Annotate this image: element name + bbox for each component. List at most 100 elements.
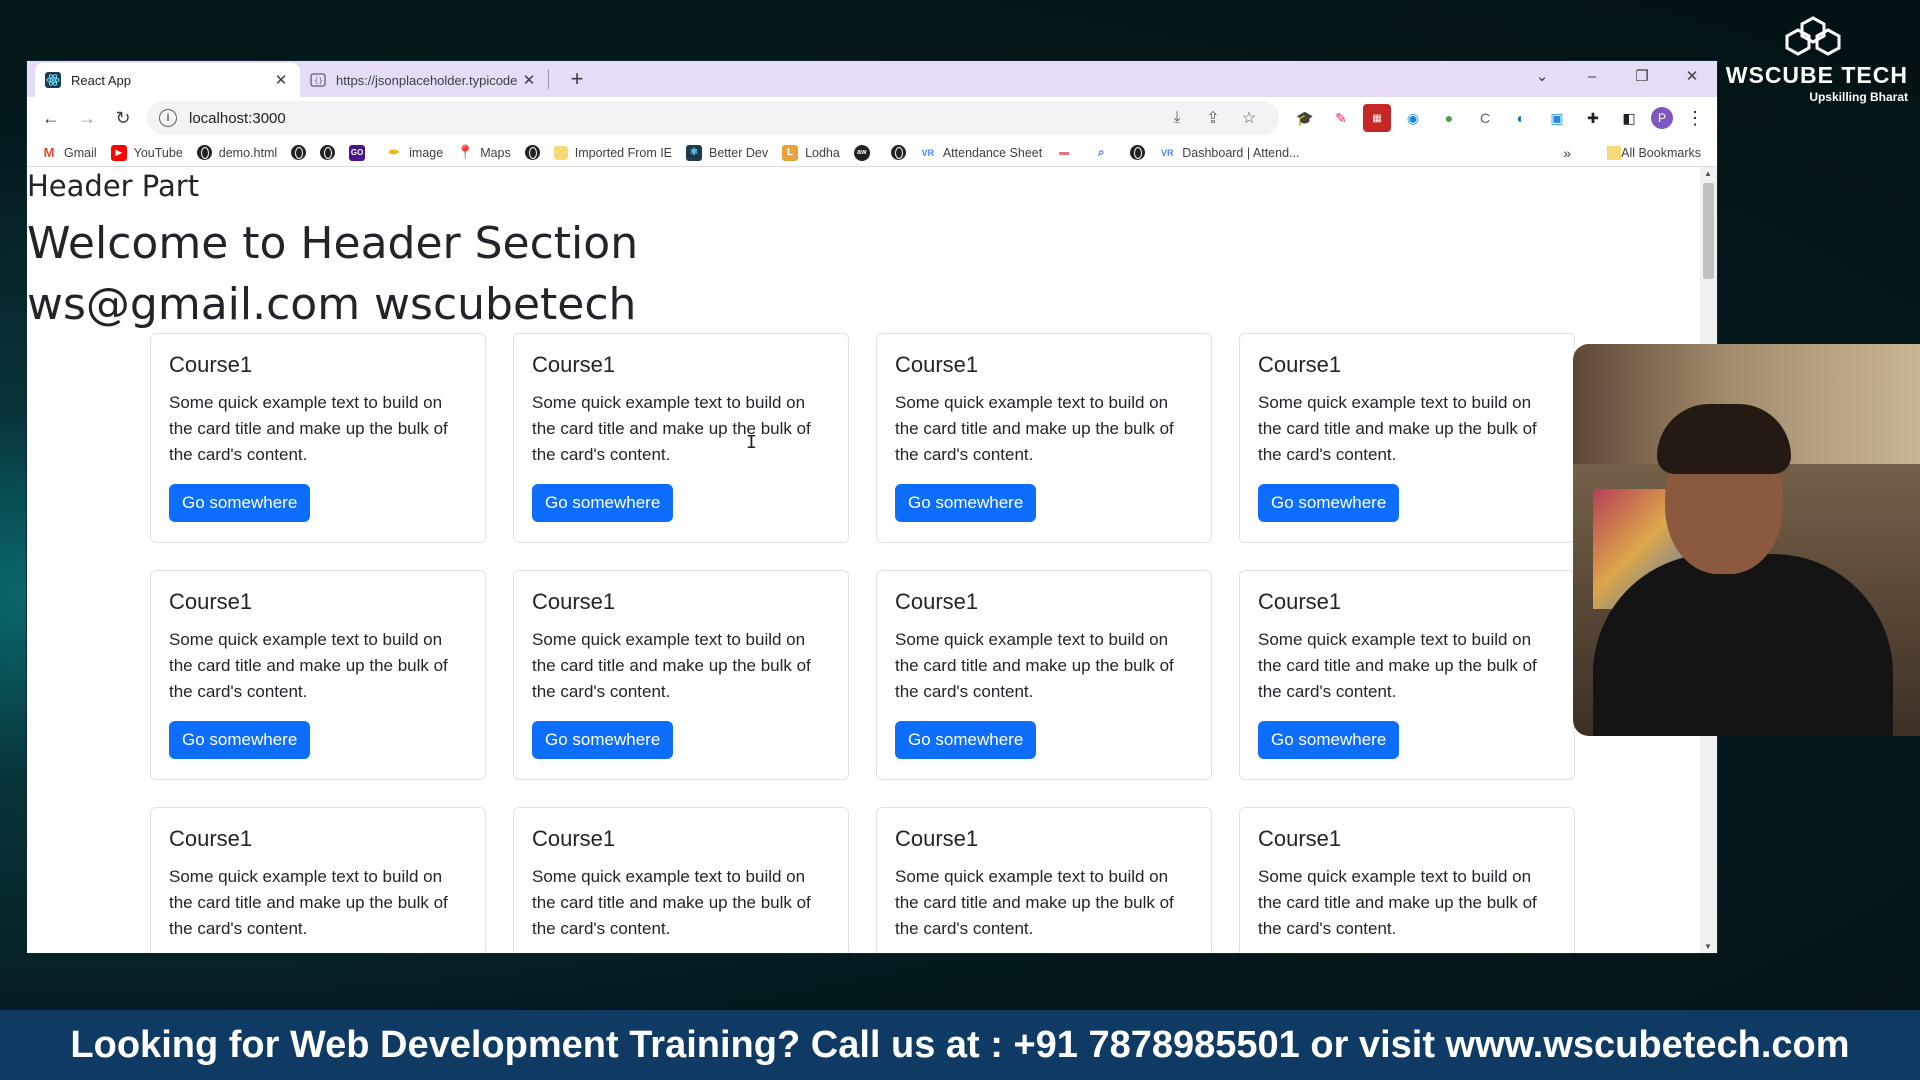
presenter-webcam — [1573, 344, 1920, 736]
folder-icon — [553, 145, 568, 160]
screen-record-extension-icon[interactable]: ◉ — [1399, 104, 1427, 132]
image-icon: ✒ — [388, 144, 400, 160]
go-somewhere-button[interactable]: Go somewhere — [169, 484, 311, 522]
bookmarks-overflow-chevron[interactable]: » — [1563, 145, 1571, 161]
tab-separator — [548, 69, 549, 89]
color-picker-extension-icon[interactable]: ✎ — [1327, 104, 1355, 132]
bookmark-label: Dashboard | Attend... — [1182, 145, 1300, 160]
side-panel-icon[interactable]: ◧ — [1615, 104, 1643, 132]
card-text: Some quick example text to build on the … — [1258, 630, 1537, 701]
bookmark-aw[interactable]: aw — [853, 144, 877, 161]
back-button[interactable]: ← — [33, 100, 69, 136]
course-card-grid: Course1 Some quick example text to build … — [150, 333, 1590, 953]
close-tab-icon[interactable]: ✕ — [520, 71, 538, 89]
capture-extension-icon[interactable]: ▣ — [1543, 104, 1571, 132]
forward-button[interactable]: → — [69, 100, 105, 136]
card-title: Course1 — [1258, 589, 1342, 614]
globe-icon[interactable] — [524, 145, 540, 160]
logo-brand: WSCUBE TECH — [1725, 62, 1908, 88]
react-icon — [45, 72, 61, 88]
globe-icon[interactable] — [890, 145, 906, 160]
graduation-cap-extension-icon[interactable]: 🎓 — [1291, 104, 1319, 132]
bookmark-maps[interactable]: 📍 Maps — [456, 144, 510, 161]
folder-icon — [1607, 145, 1622, 160]
course-card: Course1 Some quick example text to build … — [876, 570, 1212, 780]
address-bar[interactable]: i localhost:3000 ⤓ ⇪ ☆ — [147, 101, 1279, 135]
bookmark-star-icon[interactable]: ☆ — [1231, 108, 1267, 128]
bookmark-dashboard[interactable]: VR Dashboard | Attend... — [1159, 145, 1299, 161]
restore-icon[interactable]: ❐ — [1617, 67, 1667, 85]
go-somewhere-button[interactable]: Go somewhere — [1258, 484, 1400, 522]
scrollbar-thumb[interactable] — [1703, 183, 1714, 279]
card-title: Course1 — [895, 352, 979, 377]
bookmark-gmail[interactable]: M Gmail — [41, 145, 97, 161]
close-tab-icon[interactable]: ✕ — [272, 71, 290, 89]
bookmark-lodha[interactable]: L Lodha — [782, 144, 840, 161]
course-card: Course1 Some quick example text to build … — [513, 333, 849, 543]
card-title: Course1 — [169, 826, 253, 851]
red-extension-icon[interactable]: ▦ — [1363, 104, 1391, 132]
bookmark-label: demo.html — [218, 145, 278, 160]
puzzle-icon[interactable]: ✚ — [1579, 104, 1607, 132]
menu-kebab-icon[interactable]: ⋮ — [1681, 104, 1709, 132]
go-somewhere-button[interactable]: Go somewhere — [895, 721, 1037, 759]
bookmark-label: Attendance Sheet — [942, 145, 1043, 160]
course-card: Course1 Some quick example text to build … — [150, 807, 486, 953]
site-info-icon[interactable]: i — [159, 109, 177, 127]
install-icon[interactable]: ⤓ — [1159, 109, 1195, 127]
vr-icon: VR — [1160, 147, 1174, 158]
share-icon[interactable]: ⇪ — [1195, 108, 1231, 128]
close-window-icon[interactable]: ✕ — [1667, 67, 1717, 85]
bookmark-attendance-sheet[interactable]: VR Attendance Sheet — [920, 145, 1043, 161]
json-icon: {} — [310, 72, 326, 88]
tab-jsonplaceholder[interactable]: {} https://jsonplaceholder.typicode ✕ — [300, 63, 548, 97]
course-card: Course1 Some quick example text to build … — [1239, 333, 1575, 543]
bookmark-image[interactable]: ✒ image — [386, 144, 443, 161]
course-card: Course1 Some quick example text to build … — [1239, 807, 1575, 953]
tab-search-icon[interactable]: ⌄ — [1517, 67, 1567, 85]
card-title: Course1 — [1258, 826, 1342, 851]
tab-react-app[interactable]: React App ✕ — [35, 63, 300, 97]
bookmark-demo-html[interactable]: demo.html — [196, 145, 278, 160]
bookmark-search[interactable]: ⌕ — [1093, 145, 1116, 161]
bookmark-go[interactable]: GO — [349, 144, 372, 161]
tab-title: React App — [71, 72, 131, 88]
minimize-icon[interactable]: – — [1567, 68, 1617, 85]
edge-extension-icon[interactable]: ◐ — [1507, 104, 1535, 132]
new-tab-button[interactable]: + — [561, 63, 593, 95]
bookmark-imported-from-ie[interactable]: Imported From IE — [553, 145, 673, 160]
svg-text:{}: {} — [314, 77, 323, 85]
browser-window: React App ✕ {} https://jsonplaceholder.t… — [27, 61, 1717, 953]
go-somewhere-button[interactable]: Go somewhere — [1258, 721, 1400, 759]
globe-icon[interactable] — [320, 145, 336, 160]
globe-icon[interactable] — [1130, 145, 1146, 160]
scroll-down-icon[interactable]: ▼ — [1704, 942, 1712, 951]
card-text: Some quick example text to build on the … — [895, 867, 1174, 938]
bookmark-label: Imported From IE — [574, 145, 673, 160]
text-cursor-icon: I — [746, 432, 757, 453]
welcome-heading: Welcome to Header Section — [27, 217, 639, 269]
bookmark-youtube[interactable]: ▶ YouTube — [110, 144, 183, 161]
card-title: Course1 — [169, 352, 253, 377]
card-text: Some quick example text to build on the … — [169, 867, 448, 938]
go-somewhere-button[interactable]: Go somewhere — [532, 721, 674, 759]
reload-button[interactable]: ↻ — [105, 100, 141, 136]
profile-avatar[interactable]: P — [1651, 107, 1673, 129]
scroll-up-icon[interactable]: ▲ — [1704, 169, 1712, 178]
go-somewhere-button[interactable]: Go somewhere — [169, 721, 311, 759]
bookmark-better-dev[interactable]: ⚛ Better Dev — [686, 144, 768, 161]
all-bookmarks-button[interactable]: All Bookmarks — [1607, 145, 1701, 160]
go-somewhere-button[interactable]: Go somewhere — [895, 484, 1037, 522]
card-title: Course1 — [532, 352, 616, 377]
globe-icon[interactable] — [291, 145, 307, 160]
presenter-body — [1593, 554, 1893, 736]
bookmark-bars[interactable]: ▬ — [1056, 145, 1079, 161]
window-controls: ⌄ – ❐ ✕ — [1517, 61, 1717, 91]
green-extension-icon[interactable]: ● — [1435, 104, 1463, 132]
go-somewhere-button[interactable]: Go somewhere — [532, 484, 674, 522]
card-title: Course1 — [895, 589, 979, 614]
presenter-hair — [1657, 404, 1791, 474]
course-card: Course1 Some quick example text to build … — [150, 333, 486, 543]
code-extension-icon[interactable]: C — [1471, 104, 1499, 132]
course-card: Course1 Some quick example text to build … — [513, 807, 849, 953]
